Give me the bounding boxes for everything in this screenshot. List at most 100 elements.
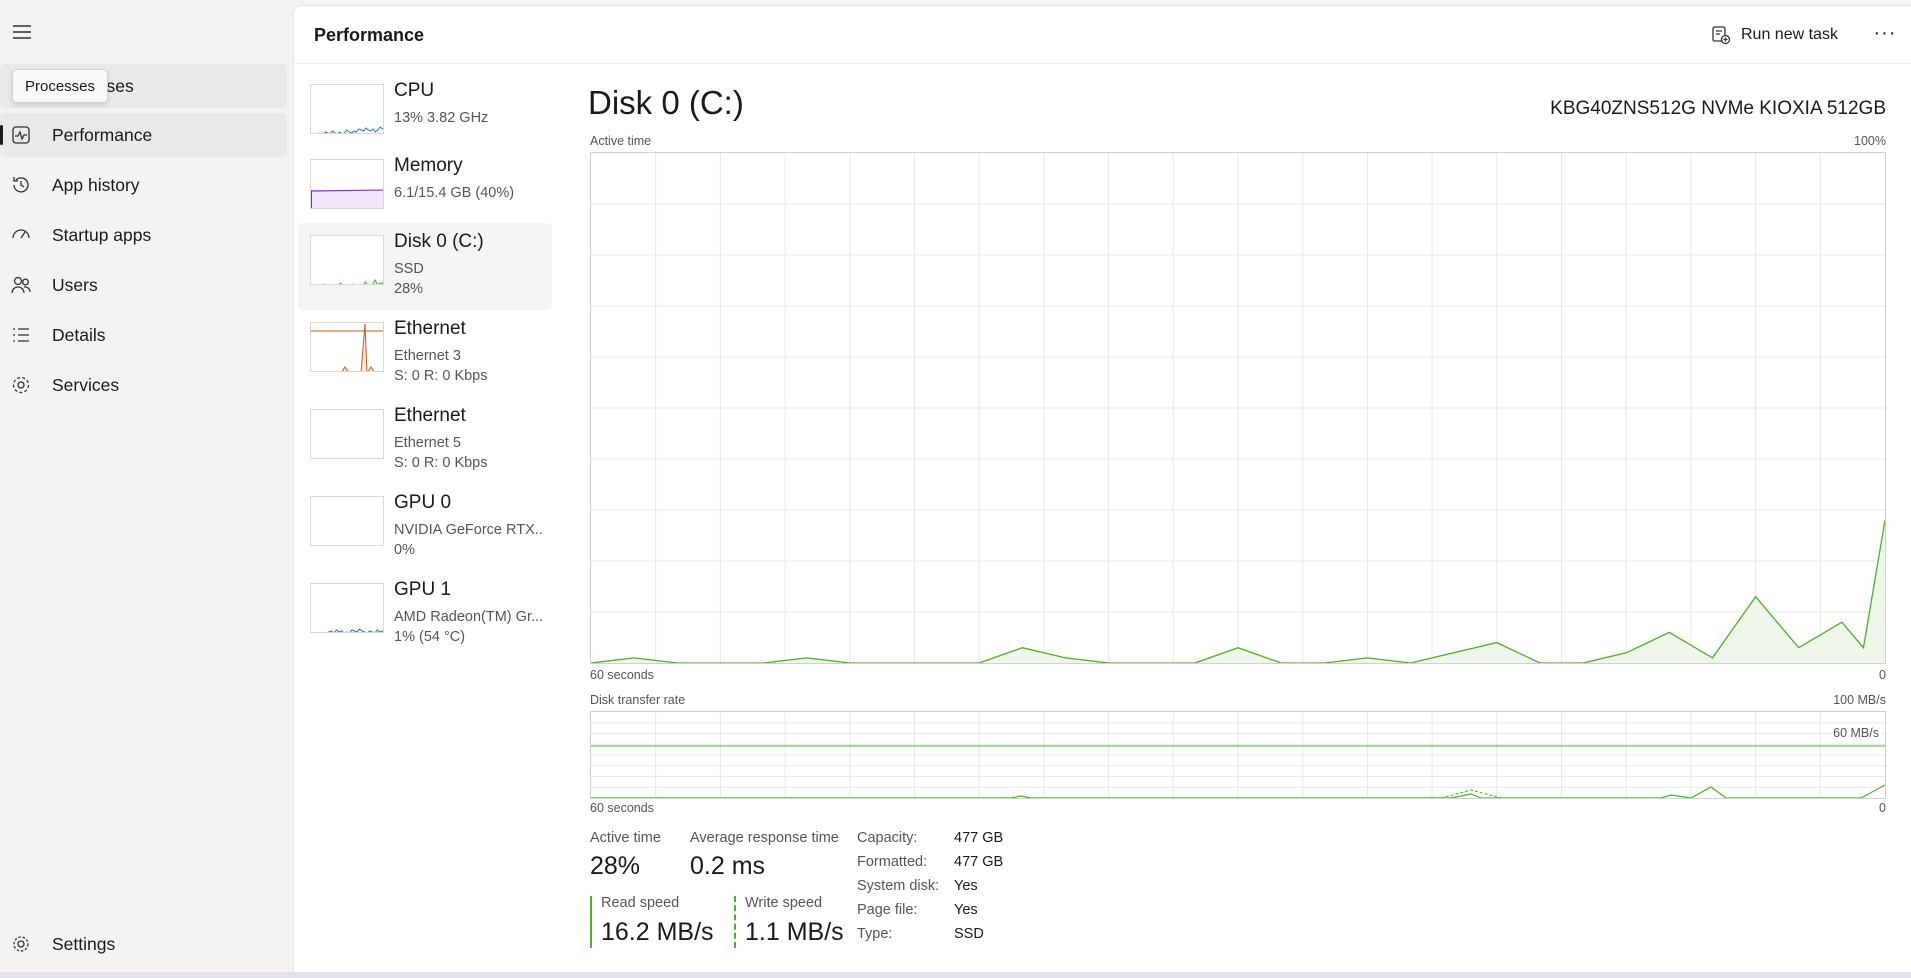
- device-name: Disk 0 (C:): [394, 231, 484, 252]
- hamburger-menu-icon[interactable]: [10, 20, 34, 44]
- history-icon: [10, 174, 32, 196]
- prop-key: Type:: [857, 926, 893, 942]
- taskbar-strip: [0, 972, 1911, 978]
- thumb-memory: [310, 159, 384, 209]
- cpu-thumb-graph: [317, 126, 383, 133]
- prop-value: Yes: [954, 878, 978, 894]
- thumb-cpu: [310, 84, 384, 134]
- device-gpu-0[interactable]: GPU 0 NVIDIA GeForce RTX... 0%: [298, 484, 552, 571]
- prop-key: Formatted:: [857, 854, 928, 870]
- tooltip: Processes: [12, 69, 109, 103]
- prop-value: Yes: [954, 902, 978, 918]
- nav-pane: Processes Performance App history Startu…: [0, 0, 293, 972]
- device-name: GPU 1: [394, 579, 452, 600]
- active-time-chart-max: 100%: [1854, 134, 1886, 148]
- read-speed-bar: [590, 896, 592, 948]
- transfer-axis-right: 0: [1879, 801, 1886, 815]
- device-sub2: 0%: [394, 542, 415, 558]
- transfer-chart-label: Disk transfer rate: [590, 693, 686, 707]
- nav-label-users: Users: [52, 274, 98, 295]
- response-time-label: Average response time: [690, 830, 839, 846]
- device-sub2: 28%: [394, 281, 424, 297]
- thumb-gpu-0: [310, 496, 384, 546]
- write-speed-label: Write speed: [745, 895, 823, 911]
- prop-key: System disk:: [857, 878, 940, 894]
- read-speed-label: Read speed: [601, 895, 680, 911]
- performance-icon: [10, 124, 32, 146]
- write-speed-bar: [734, 896, 736, 948]
- ethernet-thumb-graph: [311, 323, 383, 371]
- nav-label-startup-apps: Startup apps: [52, 224, 152, 245]
- device-sub: 13% 3.82 GHz: [394, 110, 489, 126]
- device-cpu[interactable]: CPU 13% 3.82 GHz: [298, 72, 552, 159]
- nav-label-settings: Settings: [52, 933, 116, 954]
- nav-item-startup-apps[interactable]: Startup apps: [0, 213, 287, 257]
- prop-key: Capacity:: [857, 830, 918, 846]
- run-new-task-label: Run new task: [1741, 26, 1838, 43]
- detail-title: Disk 0 (C:): [588, 84, 744, 121]
- thumb-ethernet-3: [310, 322, 384, 372]
- gear-icon: [10, 933, 32, 955]
- read-speed-value: 16.2 MB/s: [601, 918, 714, 946]
- new-task-icon: [1712, 26, 1731, 45]
- transfer-axis-left: 60 seconds: [590, 801, 654, 815]
- details-icon: [10, 324, 32, 346]
- disk-thumb-graph: [322, 278, 383, 284]
- device-ethernet-3[interactable]: Ethernet Ethernet 3 S: 0 R: 0 Kbps: [298, 310, 552, 397]
- device-sub: Ethernet 3: [394, 348, 461, 364]
- active-time-plot: [590, 153, 1886, 664]
- nav-item-app-history[interactable]: App history: [0, 163, 287, 207]
- active-time-axis-right: 0: [1879, 668, 1886, 682]
- transfer-chart-max: 100 MB/s: [1833, 693, 1886, 707]
- prop-value: SSD: [954, 926, 984, 942]
- thumb-ethernet-5: [310, 409, 384, 459]
- main-panel: Performance Run new task ··· CPU 13% 3.8…: [293, 5, 1911, 972]
- device-gpu-1[interactable]: GPU 1 AMD Radeon(TM) Gr... 1% (54 °C): [298, 571, 552, 658]
- users-icon: [10, 274, 32, 296]
- services-icon: [10, 374, 32, 396]
- nav-item-performance[interactable]: Performance: [0, 113, 287, 157]
- device-sub2: S: 0 R: 0 Kbps: [394, 368, 488, 384]
- thumb-gpu-1: [310, 583, 384, 633]
- device-ethernet-5[interactable]: Ethernet Ethernet 5 S: 0 R: 0 Kbps: [298, 397, 552, 484]
- memory-thumb-graph: [311, 189, 383, 208]
- device-name: CPU: [394, 80, 435, 101]
- transfer-chart-marker: 60 MB/s: [1831, 726, 1881, 740]
- device-disk-0[interactable]: Disk 0 (C:) SSD 28%: [298, 223, 552, 310]
- nav-item-settings[interactable]: Settings: [0, 922, 287, 966]
- active-time-stat-value: 28%: [590, 852, 641, 880]
- nav-label-details: Details: [52, 324, 106, 345]
- write-speed-value: 1.1 MB/s: [745, 918, 844, 946]
- nav-item-details[interactable]: Details: [0, 313, 287, 357]
- device-sub: NVIDIA GeForce RTX...: [394, 522, 544, 538]
- page-title: Performance: [314, 25, 425, 45]
- run-new-task-button[interactable]: Run new task: [1711, 22, 1838, 48]
- header: Performance Run new task ···: [294, 6, 1911, 64]
- startup-icon: [10, 224, 32, 246]
- more-options-button[interactable]: ···: [1871, 22, 1899, 48]
- prop-value: 477 GB: [954, 830, 1004, 846]
- gpu1-thumb-graph: [328, 628, 383, 632]
- active-time-stat-label: Active time: [590, 830, 661, 846]
- response-time-value: 0.2 ms: [690, 852, 766, 880]
- device-sub2: S: 0 R: 0 Kbps: [394, 455, 488, 471]
- device-name: Ethernet: [394, 318, 466, 339]
- transfer-rate-chart: 60 MB/s: [590, 711, 1886, 799]
- nav-label-app-history: App history: [52, 174, 140, 195]
- device-sub: AMD Radeon(TM) Gr...: [394, 609, 544, 625]
- nav-item-services[interactable]: Services: [0, 363, 287, 407]
- active-time-chart: [590, 152, 1886, 664]
- prop-value: 477 GB: [954, 854, 1004, 870]
- prop-key: Page file:: [857, 902, 918, 918]
- device-sub: 6.1/15.4 GB (40%): [394, 185, 515, 201]
- active-time-axis-left: 60 seconds: [590, 668, 654, 682]
- transfer-rate-plot: [591, 712, 1886, 799]
- nav-label-performance: Performance: [52, 124, 153, 145]
- active-indicator: [0, 125, 3, 145]
- active-time-chart-label: Active time: [590, 134, 652, 148]
- thumb-disk: [310, 235, 384, 285]
- device-sub2: 1% (54 °C): [394, 629, 466, 645]
- nav-item-users[interactable]: Users: [0, 263, 287, 307]
- device-name: Ethernet: [394, 405, 466, 426]
- device-memory[interactable]: Memory 6.1/15.4 GB (40%): [298, 147, 552, 234]
